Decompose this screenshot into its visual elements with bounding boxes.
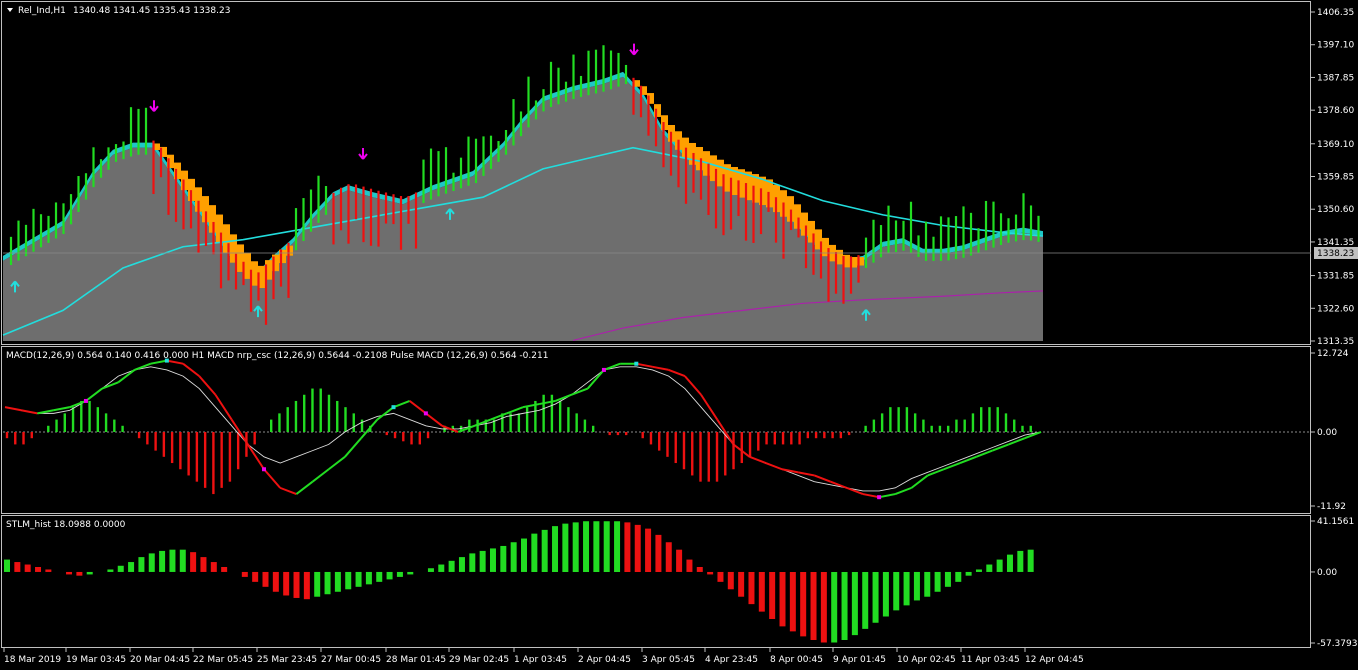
- x-tick-label: 8 Apr 00:45: [770, 655, 823, 665]
- macd-cross-marker: [262, 467, 266, 472]
- macd-cross-marker: [601, 367, 606, 372]
- macd-y-tick-label: 0.00: [1317, 428, 1337, 438]
- current-price-label: 1338.23: [1317, 249, 1354, 259]
- macd-indicator-label: MACD(12,26,9) 0.564 0.140 0.416 0.000 H1…: [6, 351, 548, 361]
- x-tick-label: 4 Apr 23:45: [705, 655, 758, 665]
- price-y-tick-label: 1397.10: [1317, 41, 1354, 51]
- symbol-header: Rel_Ind,H1: [18, 6, 66, 16]
- price-y-tick-label: 1313.35: [1317, 337, 1354, 347]
- ohlc-header: 1340.48 1341.45 1335.43 1338.23: [73, 6, 230, 16]
- stlm-y-tick-label: 0.00: [1317, 568, 1337, 578]
- macd-cross-marker: [634, 361, 639, 366]
- trading-chart: 1406.35 1397.10 1387.85 1378.60 1369.10 1359.…: [1, 1, 1358, 665]
- x-tick-label: 28 Mar 01:45: [386, 655, 446, 665]
- price-y-tick-label: 1387.85: [1317, 73, 1354, 83]
- macd-cross-marker: [423, 411, 428, 416]
- macd-cross-marker: [83, 398, 88, 403]
- price-y-tick-label: 1406.35: [1317, 8, 1354, 18]
- x-tick-label: 19 Mar 03:45: [66, 655, 126, 665]
- price-y-tick-label: 1341.35: [1317, 238, 1354, 248]
- x-tick-label: 3 Apr 05:45: [642, 655, 695, 665]
- x-tick-label: 10 Apr 02:45: [897, 655, 956, 665]
- macd-y-tick-label: -11.92: [1317, 502, 1346, 512]
- x-tick-label: 9 Apr 01:45: [833, 655, 886, 665]
- macd-cross-marker: [877, 495, 882, 500]
- macd-cross-marker: [391, 405, 396, 410]
- price-y-tick-label: 1331.85: [1317, 272, 1354, 282]
- x-tick-label: 27 Mar 00:45: [321, 655, 381, 665]
- stlm-y-tick-label: -57.3793: [1317, 639, 1357, 649]
- x-tick-label: 2 Apr 04:45: [578, 655, 631, 665]
- stlm-y-tick-label: 41.1561: [1317, 517, 1354, 527]
- x-tick-label: 12 Apr 04:45: [1025, 655, 1084, 665]
- x-tick-label: 20 Mar 04:45: [130, 655, 190, 665]
- x-tick-label: 22 Mar 05:45: [193, 655, 253, 665]
- macd-y-tick-label: 12.724: [1317, 349, 1349, 359]
- price-y-tick-label: 1369.10: [1317, 140, 1354, 150]
- x-tick-label: 29 Mar 02:45: [449, 655, 509, 665]
- price-y-tick-label: 1378.60: [1317, 106, 1354, 116]
- price-y-tick-label: 1359.85: [1317, 173, 1354, 183]
- x-tick-label: 18 Mar 2019: [4, 655, 61, 665]
- x-tick-label: 11 Apr 03:45: [961, 655, 1020, 665]
- price-y-tick-label: 1350.60: [1317, 205, 1354, 215]
- x-tick-label: 25 Mar 23:45: [257, 655, 317, 665]
- x-tick-label: 1 Apr 03:45: [514, 655, 567, 665]
- price-y-tick-label: 1322.60: [1317, 304, 1354, 314]
- stlm-indicator-label: STLM_hist 18.0988 0.0000: [6, 520, 126, 530]
